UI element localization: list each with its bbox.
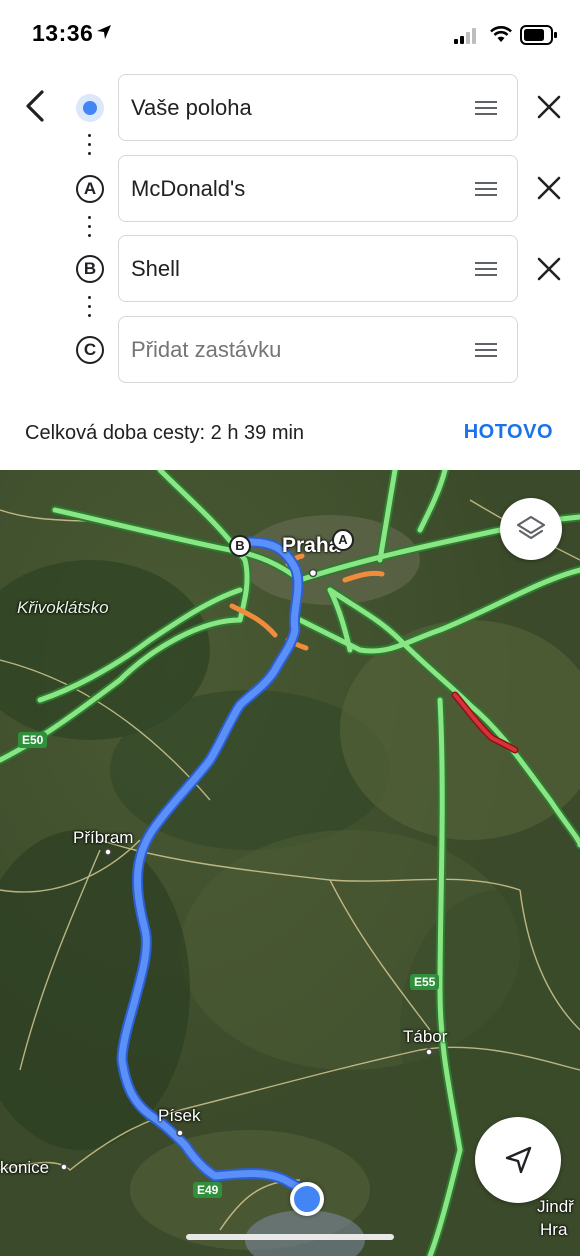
chevron-left-icon[interactable] <box>18 86 54 126</box>
status-bar: 13:36 <box>0 0 580 66</box>
map-pin-b[interactable]: B <box>229 535 251 557</box>
map-label-pisek: Písek <box>158 1106 201 1125</box>
origin-field[interactable]: Vaše poloha <box>118 74 518 141</box>
route-dots <box>88 134 92 160</box>
route-dots <box>88 216 92 242</box>
drag-handle-icon[interactable] <box>475 182 497 196</box>
home-indicator[interactable] <box>186 1234 394 1240</box>
layers-icon <box>516 515 546 540</box>
map-label-tabor: Tábor <box>403 1027 448 1046</box>
stop-b-field-text: Shell <box>131 256 180 281</box>
map-label-krivoklatsko: Křivoklátsko <box>17 598 109 617</box>
close-icon[interactable] <box>536 175 562 201</box>
map-label-hra: Hra <box>540 1220 568 1239</box>
close-icon[interactable] <box>536 94 562 120</box>
drag-handle-icon[interactable] <box>475 343 497 357</box>
recenter-button[interactable] <box>475 1117 561 1203</box>
stop-b-field[interactable]: Shell <box>118 235 518 302</box>
add-stop-placeholder: Přidat zastávku <box>131 337 282 362</box>
stop-a-field-text: McDonald's <box>131 176 246 201</box>
stop-marker-c: C <box>76 336 104 364</box>
location-arrow-icon <box>97 25 111 39</box>
road-shield-e50: E50 <box>18 732 48 748</box>
cellular-signal-icon <box>454 28 476 44</box>
drag-handle-icon[interactable] <box>475 262 497 276</box>
road-shield-e55: E55 <box>410 974 440 990</box>
map-label-konice: konice <box>0 1158 50 1177</box>
current-location-marker <box>290 1182 324 1216</box>
wifi-icon <box>490 26 512 42</box>
stop-marker-b: B <box>76 255 104 283</box>
layers-button[interactable] <box>500 498 562 560</box>
stop-a-field[interactable]: McDonald's <box>118 155 518 222</box>
status-time: 13:36 <box>32 20 94 46</box>
add-stop-field[interactable]: Přidat zastávku <box>118 316 518 383</box>
map-pin-a[interactable]: A <box>332 529 354 551</box>
directions-panel: Vaše poloha A McDonald's B Shell C Přida… <box>0 66 580 470</box>
map-label-pribram: Příbram <box>73 828 134 847</box>
map-view[interactable]: Praha Křivoklátsko Příbram Tábor Písek k… <box>0 470 580 1256</box>
navigation-arrow-icon <box>505 1146 532 1174</box>
done-button[interactable]: HOTOVO <box>464 421 553 444</box>
origin-field-text: Vaše poloha <box>131 95 252 120</box>
current-location-dot <box>76 94 104 122</box>
close-icon[interactable] <box>536 256 562 282</box>
road-shield-e49: E49 <box>193 1182 223 1198</box>
total-travel-time: Celková doba cesty: 2 h 39 min <box>25 422 305 444</box>
battery-icon <box>520 25 557 45</box>
stop-marker-a: A <box>76 175 104 203</box>
route-dots <box>88 296 92 322</box>
drag-handle-icon[interactable] <box>475 101 497 115</box>
